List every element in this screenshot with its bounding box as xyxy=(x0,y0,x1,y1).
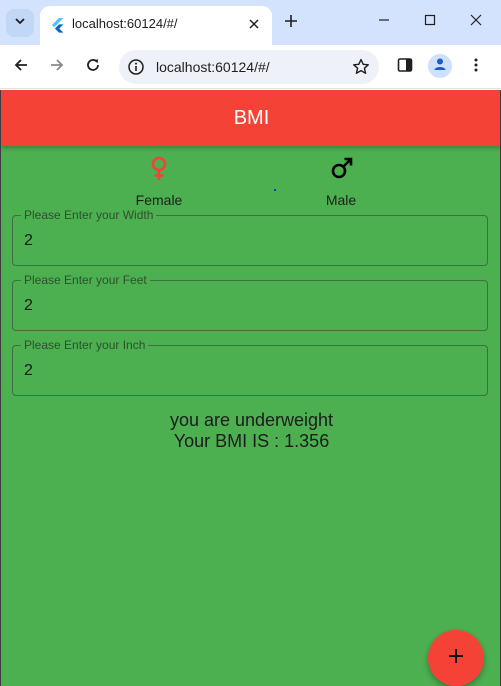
feet-field-label: Please Enter your Feet xyxy=(21,273,150,287)
male-option[interactable]: Male xyxy=(296,156,386,208)
browser-tab[interactable]: localhost:60124/#/ xyxy=(40,6,272,45)
close-tab-icon[interactable] xyxy=(246,16,262,32)
plus-icon xyxy=(448,648,464,669)
app-title: BMI xyxy=(233,106,270,129)
feet-field[interactable]: Please Enter your Feet xyxy=(12,273,488,331)
reload-button[interactable] xyxy=(80,54,106,80)
width-input[interactable] xyxy=(24,230,474,252)
flutter-icon xyxy=(50,17,66,33)
female-symbol-icon xyxy=(151,156,167,180)
tab-search-button[interactable] xyxy=(6,9,34,37)
chevron-down-icon xyxy=(14,14,26,32)
inch-field[interactable]: Please Enter your Inch xyxy=(12,338,488,396)
minimize-window-button[interactable] xyxy=(369,8,399,36)
divider-dot xyxy=(274,189,276,191)
plus-icon xyxy=(284,14,298,33)
side-panel-icon xyxy=(397,57,413,78)
browser-menu-button[interactable] xyxy=(463,54,489,80)
tab-title: localhost:60124/#/ xyxy=(72,16,178,31)
side-panel-button[interactable] xyxy=(392,54,418,80)
inch-input[interactable] xyxy=(24,360,474,382)
arrow-left-icon xyxy=(13,57,29,78)
female-label: Female xyxy=(135,192,183,208)
feet-input[interactable] xyxy=(24,295,474,317)
close-window-button[interactable] xyxy=(461,8,491,36)
female-option[interactable]: Female xyxy=(114,156,204,208)
back-button[interactable] xyxy=(8,54,34,80)
profile-avatar[interactable] xyxy=(428,54,452,78)
minimize-icon xyxy=(378,13,390,31)
reload-icon xyxy=(85,57,101,78)
bmi-result-text: Your BMI IS : 1.356 xyxy=(173,431,330,451)
male-symbol-icon xyxy=(331,157,353,179)
width-field-label: Please Enter your Width xyxy=(21,208,157,222)
star-icon[interactable] xyxy=(351,57,371,77)
forward-button[interactable] xyxy=(44,54,70,80)
browser-tab-strip: localhost:60124/#/ xyxy=(0,0,501,45)
app-bar: BMI xyxy=(1,90,500,146)
weight-status-text: you are underweight xyxy=(169,410,334,430)
url-text: localhost:60124/#/ xyxy=(156,59,270,75)
calculate-fab-button[interactable] xyxy=(428,630,484,686)
address-bar[interactable]: localhost:60124/#/ xyxy=(119,50,379,84)
arrow-right-icon xyxy=(49,57,65,78)
width-field[interactable]: Please Enter your Width xyxy=(12,208,488,266)
person-icon xyxy=(432,56,448,77)
close-icon xyxy=(470,13,482,31)
new-tab-button[interactable] xyxy=(280,12,302,34)
bmi-app: BMI Female Male Please Enter your Width … xyxy=(0,90,501,686)
site-info-icon[interactable] xyxy=(127,58,145,76)
maximize-icon xyxy=(424,13,436,31)
maximize-window-button[interactable] xyxy=(415,8,445,36)
male-label: Male xyxy=(325,192,357,208)
more-vertical-icon xyxy=(473,57,479,78)
inch-field-label: Please Enter your Inch xyxy=(21,338,149,352)
browser-toolbar: localhost:60124/#/ xyxy=(0,45,501,89)
